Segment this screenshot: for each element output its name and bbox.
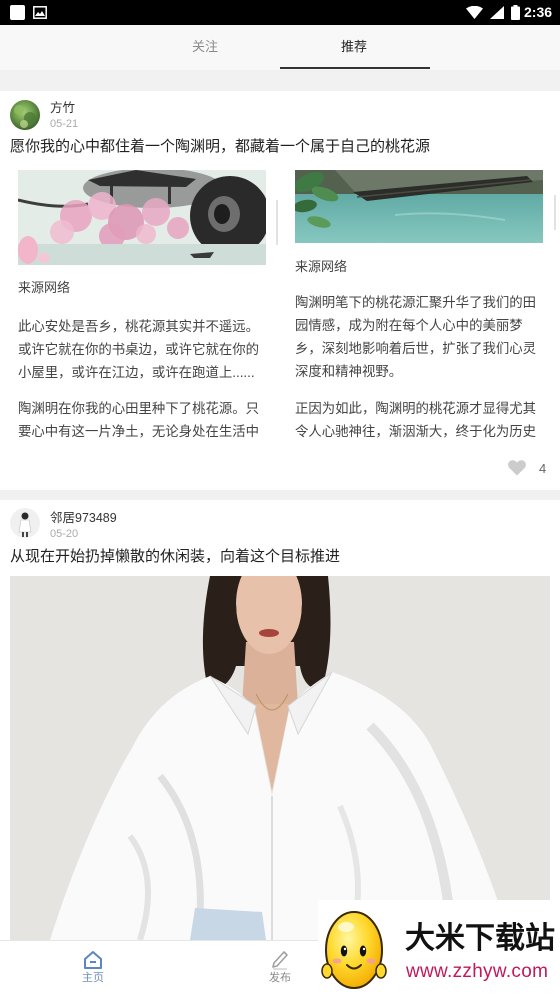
peach-blossom-painting-image[interactable] [18,170,266,265]
feed-card[interactable]: 方竹 05-21 愿你我的心中都住着一个陶渊明，都藏着一个属于自己的桃花源 来源… [0,91,560,490]
notification-icon [10,5,25,20]
nav-label: 主页 [82,972,104,984]
author-name[interactable]: 方竹 [50,100,75,116]
article-panel[interactable]: 来源网络 陶渊明笔下的桃花源汇聚升华了我们的田园情感，成为附在每个人心中的美丽梦… [295,170,543,445]
like-count: 4 [539,461,547,476]
post-image[interactable] [10,576,550,940]
post-title[interactable]: 愿你我的心中都住着一个陶渊明，都藏着一个属于自己的桃花源 [10,136,430,158]
white-shirt-photo [10,576,550,940]
scroll-indicator [554,195,556,230]
feed-card[interactable]: 邻居973489 05-20 从现在开始扔掉懒散的休闲装，向着这个目标推进 [0,500,560,940]
avatar-foliage-image [10,100,40,130]
watermark: 大米下载站 www.zzhyw.com [318,900,560,995]
app-screen: 2:36 关注 推荐 方竹 05-21 愿你我的心中都住着一个陶渊明，都藏着一个… [0,0,560,995]
post-title[interactable]: 从现在开始扔掉懒散的休闲装，向着这个目标推进 [10,546,340,568]
status-time: 2:36 [524,4,553,20]
tab-recommend[interactable]: 推荐 [314,39,394,55]
nav-item-home[interactable]: 主页 [53,941,133,995]
post-date: 05-20 [50,528,79,540]
home-icon [84,951,102,969]
panel-paragraph: 陶渊明笔下的桃花源汇聚升华了我们的田园情感，成为附在每个人心中的美丽梦乡，深刻地… [295,294,537,379]
panel-paragraph: 此心安处是吾乡，桃花源其实并不遥远。或许它就在你的书桌边，或许它就在你的小屋里，… [18,318,260,380]
watermark-url: www.zzhyw.com [406,961,549,982]
scroll-indicator [276,200,278,245]
wifi-icon [466,6,483,19]
source-label: 来源网络 [18,280,71,295]
egg-mascot-logo [321,911,387,989]
post-date: 05-21 [50,118,79,130]
gallery-icon [33,6,47,19]
tab-bar: 关注 推荐 [0,25,560,70]
battery-icon [511,5,520,20]
avatar[interactable] [10,100,40,130]
tab-follow[interactable]: 关注 [165,39,245,55]
avatar[interactable] [10,508,40,538]
pencil-icon [272,951,288,970]
panel-paragraph: 正因为如此，陶渊明的桃花源才显得尤其令人心驰神往，渐洇渐大，终于化为历史 [295,400,537,439]
panel-paragraph: 陶渊明在你我的心田里种下了桃花源。只要心中有这一片净土，无论身处在生活中 [18,400,260,439]
source-label: 来源网络 [295,259,348,274]
article-panel[interactable]: 来源网络 此心安处是吾乡，桃花源其实并不遥远。或许它就在你的书桌边，或许它就在你… [18,170,266,445]
signal-icon [490,6,504,19]
watermark-name: 大米下载站 [405,922,555,955]
avatar-person-image [10,508,40,538]
active-tab-indicator [280,67,430,69]
nav-item-publish[interactable]: 发布 [240,941,320,995]
status-bar: 2:36 [0,0,560,25]
lake-boat-image[interactable] [295,170,543,243]
heart-icon[interactable] [508,460,526,476]
author-name[interactable]: 邻居973489 [50,510,117,526]
nav-label: 发布 [269,972,291,984]
